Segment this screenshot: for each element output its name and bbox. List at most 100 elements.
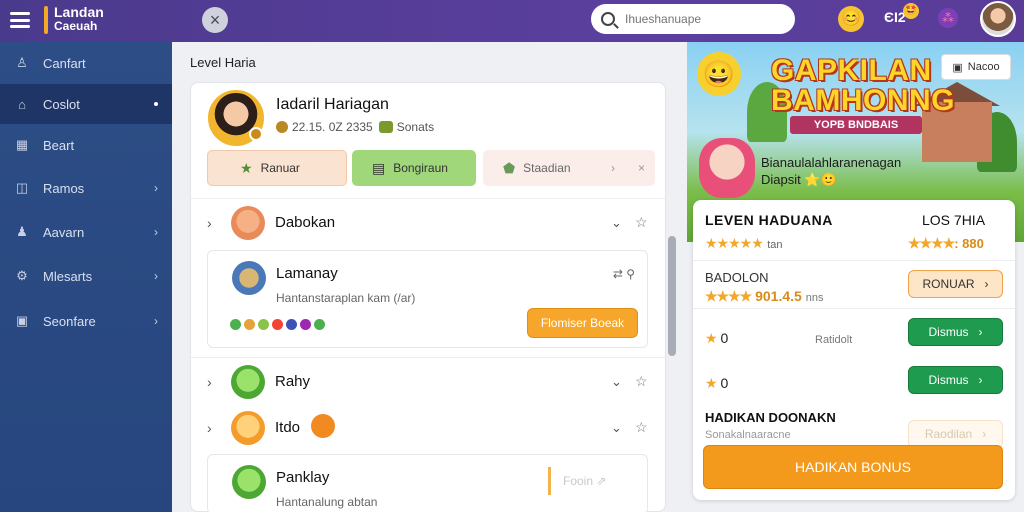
profile-avatar[interactable] <box>208 90 264 146</box>
search-icon <box>601 12 615 26</box>
sidebar-item-label: Coslot <box>43 96 80 112</box>
tab-label: Ranuar <box>260 161 300 175</box>
row-unit: nns <box>805 292 824 304</box>
scrollbar-thumb[interactable] <box>668 236 676 356</box>
list-item[interactable]: › Dabokan ⌄ ☆ <box>191 203 665 243</box>
tab-ranuar[interactable]: ★ Ranuar <box>207 150 347 186</box>
dismus-button[interactable]: Dismus › <box>908 318 1003 346</box>
logo-line1: Landan <box>54 4 104 20</box>
leaderboard-title-right: LOS 7HIA <box>922 212 986 228</box>
divider <box>191 357 665 358</box>
card-icon: ▣ <box>15 313 29 328</box>
leaderboard-row-right: ★★★★: 880 <box>908 235 984 252</box>
banner-title: GAPKILAN BAMHONNG <box>771 56 955 116</box>
card-follow-button[interactable]: Fooin ⇗ <box>548 467 620 495</box>
profile-status: Sonats <box>396 120 435 134</box>
divider <box>191 198 665 199</box>
chevron-down-icon[interactable]: ⌄ <box>611 420 622 436</box>
tab-staadian[interactable]: ⬟ Staadian › × <box>483 150 655 186</box>
grid-icon: ▦ <box>15 137 29 152</box>
close-icon[interactable]: × <box>202 7 228 33</box>
chevron-down-icon[interactable]: ⌄ <box>611 374 622 390</box>
sidebar-item-label: Aavarn <box>43 224 85 240</box>
user-avatar[interactable] <box>980 1 1016 37</box>
ronuar-button[interactable]: RONUAR › <box>908 270 1003 298</box>
leaderboard-row: ★★★★ 901.4.5 nns <box>705 288 823 305</box>
sidebar-item-seonfare[interactable]: ▣ Seonfare › <box>0 301 172 341</box>
chevron-right-icon[interactable]: › <box>207 215 212 231</box>
notification-icon[interactable]: ⁂ <box>938 8 958 28</box>
color-dots <box>230 319 325 330</box>
badge-icon: ⬟ <box>503 159 516 176</box>
chevron-right-icon[interactable]: › <box>207 420 212 436</box>
avatar <box>231 365 265 399</box>
rating-stars: ★★★★ <box>908 235 955 251</box>
bonus-button[interactable]: HADIKAN BONUS <box>703 445 1003 489</box>
profile-name: Iadaril Hariagan <box>276 96 389 113</box>
sidebar-item-beart[interactable]: ▦ Beart <box>0 125 172 165</box>
banner-subtitle-line2: Diapsit ⭐🙂 <box>761 172 837 187</box>
raodilan-button[interactable]: Raodilan › <box>908 420 1003 448</box>
smiley-icon[interactable]: 😊 <box>838 6 864 32</box>
pin-icon[interactable]: ☆ <box>635 373 648 390</box>
row-name: Itdo <box>275 419 301 436</box>
chevron-right-icon: › <box>154 269 158 283</box>
active-dot <box>154 102 158 106</box>
logo-mark <box>44 6 48 34</box>
scrollbar[interactable] <box>668 86 676 506</box>
list-item[interactable]: › Itdo ⌄ ☆ <box>191 408 665 448</box>
person-icon: ♟ <box>16 224 28 239</box>
close-tab-icon[interactable]: × <box>638 161 645 175</box>
hamburger-menu-icon[interactable] <box>8 9 32 31</box>
pin-icon[interactable]: ☆ <box>635 419 648 436</box>
sidebar-item-ramos[interactable]: ◫ Ramos › <box>0 168 172 208</box>
star-icon: ★ <box>705 375 718 391</box>
card-name: Lamanay <box>276 265 338 282</box>
avatar <box>231 411 265 445</box>
banner-title-line2: BAMHONNG <box>771 84 955 117</box>
profile-points: 22.15. 0Z 2335 <box>292 120 373 134</box>
row-name: Rahy <box>275 373 311 390</box>
row-value: 901.4.5 <box>755 288 802 304</box>
dismus-button[interactable]: Dismus › <box>908 366 1003 394</box>
banner-subtitle: Bianaulalahlaranenagan Diapsit ⭐🙂 <box>761 154 901 188</box>
profile-meta: 22.15. 0Z 2335 Sonats <box>276 120 434 134</box>
list-item[interactable]: › Rahy ⌄ ☆ <box>191 362 665 402</box>
card-subtitle: Hantanstaraplan kam (/ar) <box>276 291 416 305</box>
leaderboard-title: LEVEN HADUANA <box>705 212 833 228</box>
button-label: Dismus <box>928 325 969 339</box>
sidebar-item-canfart[interactable]: ♙ Canfart <box>0 43 172 83</box>
banner-ribbon: YOPB BNDBAIS <box>790 116 922 134</box>
settings-icon: ⚙ <box>16 268 28 283</box>
banner-title-line1: GAPKILAN <box>771 54 932 87</box>
sidebar-item-label: Seonfare <box>43 313 96 329</box>
coin-icon <box>276 121 288 133</box>
pin-icon[interactable]: ☆ <box>635 214 648 231</box>
sidebar-item-mlesarts[interactable]: ⚙ Mlesarts › <box>0 256 172 296</box>
card-action-button[interactable]: Flomiser Boeak <box>527 308 638 338</box>
app-logo[interactable]: Landan Caeuah <box>54 5 104 33</box>
chevron-down-icon[interactable]: ⌄ <box>611 215 622 231</box>
button-label: Dismus <box>928 373 969 387</box>
page-title: Level Haria <box>190 55 256 70</box>
chevron-right-icon: › <box>154 181 158 195</box>
points-badge-icon: 🤩 <box>903 3 919 19</box>
chevron-right-icon[interactable]: › <box>207 374 212 390</box>
tab-bongiraun[interactable]: ▤ Bongiraun <box>352 150 476 186</box>
banner-button[interactable]: ▣ Nacoo <box>941 54 1011 80</box>
row-label: BADOLON <box>705 270 769 285</box>
card-subtitle: Hantanalung abtan <box>276 495 378 509</box>
sidebar-item-aavarn[interactable]: ♟ Aavarn › <box>0 212 172 252</box>
sidebar-item-coslot[interactable]: ⌂ Coslot <box>0 84 172 124</box>
search-bar[interactable] <box>591 4 795 34</box>
tab-label: Staadian <box>523 161 571 175</box>
chevron-right-icon: › <box>978 325 983 339</box>
avatar <box>231 206 265 240</box>
status-icon <box>378 121 393 133</box>
search-input[interactable] <box>625 12 775 26</box>
logo-line2: Caeuah <box>54 19 98 33</box>
button-label: RONUAR <box>922 277 975 291</box>
card-actions-icon[interactable]: ⇄ ⚲ <box>613 267 635 281</box>
row-name: Dabokan <box>275 214 336 231</box>
divider <box>693 260 1015 261</box>
